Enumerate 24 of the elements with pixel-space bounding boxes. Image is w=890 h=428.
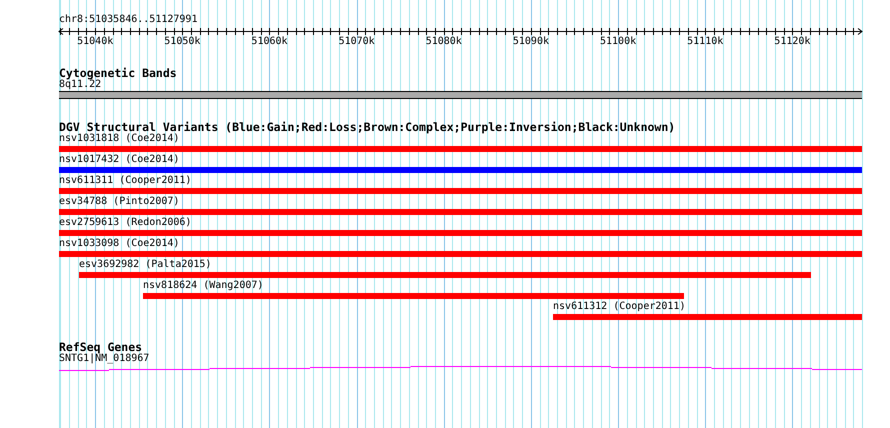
ruler-tick-label: 51090k — [512, 36, 549, 47]
ruler-tick-label: 51100k — [600, 36, 636, 47]
ruler-tick-label: 51110k — [687, 36, 724, 47]
variant-label: nsv611311 (Cooper2011) — [59, 175, 192, 187]
variant-label: esv3692982 (Palta2015) — [78, 259, 212, 271]
variant-label: nsv611312 (Cooper2011) — [553, 301, 686, 313]
band-label: 8q11.22 — [59, 79, 102, 91]
variant-label: esv34788 (Pinto2007) — [59, 196, 180, 208]
track-title: RefSeq Genes — [59, 341, 142, 353]
ruler-tick-label: 51070k — [338, 36, 375, 47]
track-title: Cytogenetic Bands — [59, 67, 177, 79]
ruler-tick-label: 51050k — [164, 36, 200, 47]
variant-label: nsv1017432 (Coe2014) — [59, 154, 180, 166]
ruler-tick-label: 51040k — [77, 36, 114, 47]
ruler-tick-label: 51120k — [774, 36, 810, 47]
variant-label: esv2759613 (Redon2006) — [59, 217, 192, 229]
ruler-tick-label: 51080k — [426, 36, 462, 47]
variant-label: nsv818624 (Wang2007) — [143, 280, 264, 292]
variant-label: nsv1031818 (Coe2014) — [59, 133, 180, 145]
gene-label: SNTG1|NM_018967 — [59, 353, 150, 365]
track-title: DGV Structural Variants (Blue:Gain;Red:Loss;Brown:Complex;Purple:Inversion;Black:Unknown) — [59, 121, 676, 133]
variant-label: nsv1033098 (Coe2014) — [59, 238, 180, 250]
ruler-tick-label: 51060k — [251, 36, 288, 47]
region-label: chr8:51035846..51127991 — [59, 14, 198, 26]
